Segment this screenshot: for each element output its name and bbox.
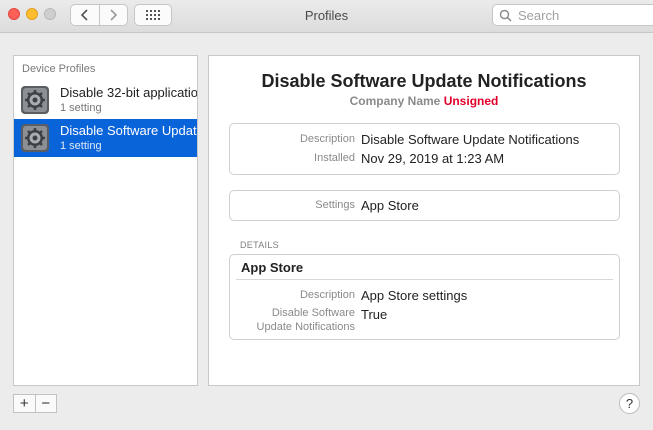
profile-organization-line: Company Name Unsigned [209,94,639,108]
profile-gear-icon [21,124,49,152]
description-value: Disable Software Update Notifications [361,132,580,147]
title-bar: Profiles [0,0,653,33]
search-input[interactable] [516,6,650,24]
installed-label: Installed [314,152,355,164]
details-box: App Store Description App Store settings… [229,254,620,340]
details-divider [236,279,613,280]
details-description-label: Description [299,289,355,301]
sidebar-item-title: Disable 32-bit applications [60,85,197,100]
search-icon [499,9,512,22]
help-button[interactable]: ? [619,393,640,414]
sidebar-item-disable-32-bit[interactable]: Disable 32-bit applications 1 setting [14,81,197,119]
profile-gear-icon [21,86,49,114]
sidebar-item-title: Disable Software Update Notifications [60,123,197,138]
settings-summary-box: Settings App Store [229,190,620,221]
settings-label: Settings [315,199,355,211]
details-setting-label-line2: Update Notifications [256,321,355,333]
sidebar-item-subtitle: 1 setting [60,140,102,152]
sidebar-item-subtitle: 1 setting [60,102,102,114]
details-setting-value: True [361,307,388,322]
profile-detail-panel: Disable Software Update Notifications Co… [208,55,640,386]
search-field[interactable] [492,4,653,26]
details-setting-label-line1: Disable Software [271,307,355,319]
settings-value: App Store [361,198,419,213]
details-setting-label: Disable Software Update Notifications [230,305,361,334]
details-description-value: App Store settings [361,288,468,303]
installed-value: Nov 29, 2019 at 1:23 AM [361,151,505,166]
details-section-title: App Store [241,260,304,275]
details-header: DETAILS [240,240,279,250]
description-label: Description [299,133,355,145]
signature-status: Unsigned [443,94,499,108]
remove-profile-button[interactable]: − [34,395,57,412]
profiles-sidebar: Device Profiles Disable 32-bit applicati… [13,55,198,386]
profile-organization: Company Name [349,94,441,108]
sidebar-header: Device Profiles [22,63,96,75]
sidebar-item-disable-software-update[interactable]: Disable Software Update Notifications 1 … [14,119,197,157]
profile-title: Disable Software Update Notifications [261,71,587,91]
profile-info-box: Description Disable Software Update Noti… [229,123,620,175]
add-profile-button[interactable]: + [14,395,35,412]
add-remove-group: + − [13,394,57,413]
